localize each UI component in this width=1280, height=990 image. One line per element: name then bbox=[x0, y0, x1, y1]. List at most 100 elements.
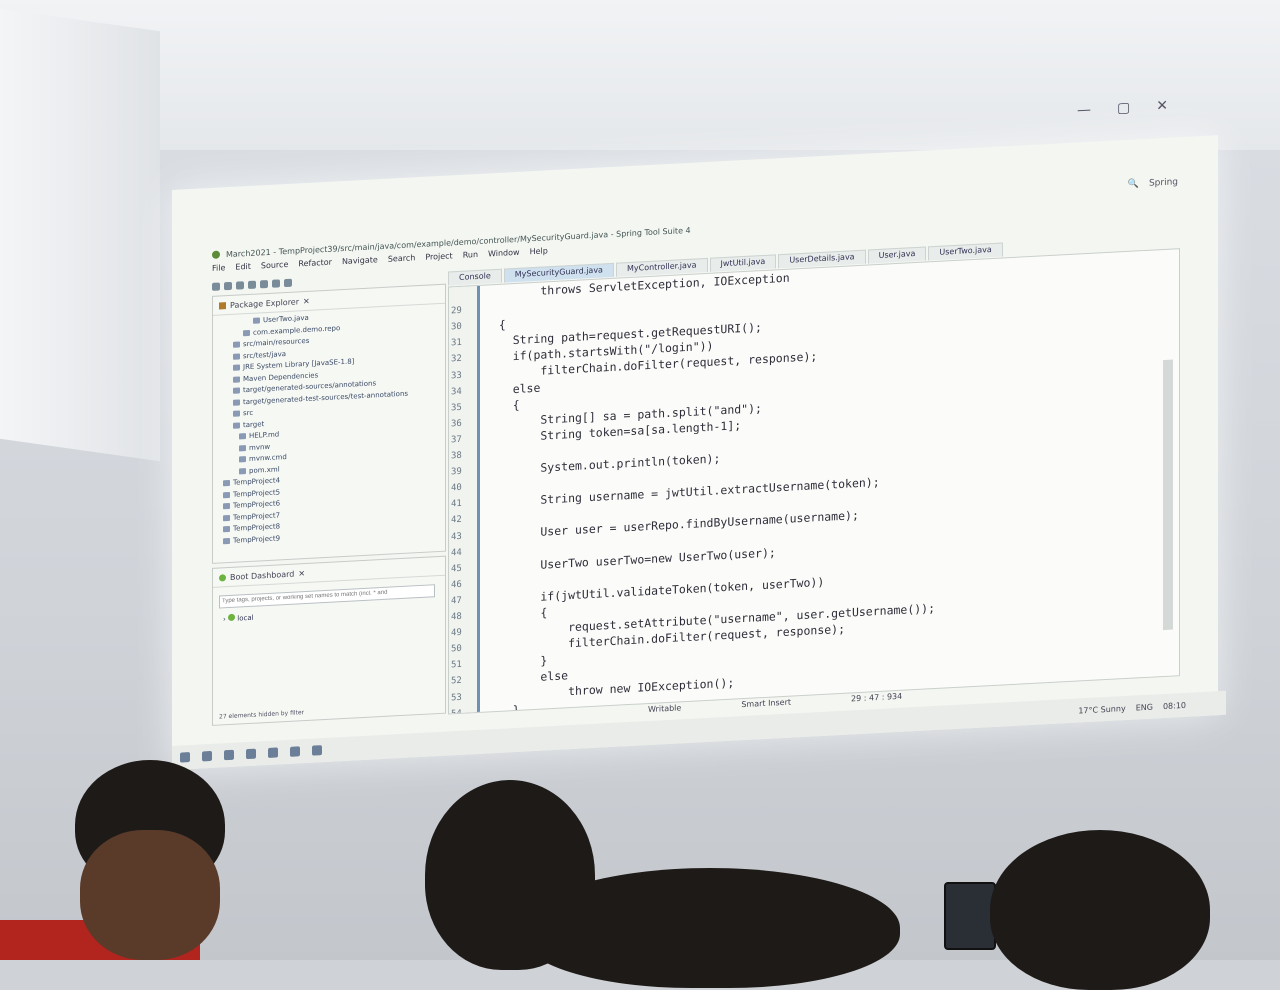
line-number: 39 bbox=[451, 466, 462, 478]
line-number: 48 bbox=[451, 611, 462, 623]
status-insert-mode: Smart Insert bbox=[741, 697, 792, 710]
local-status-icon bbox=[228, 613, 236, 621]
close-button[interactable]: ✕ bbox=[1156, 98, 1168, 115]
xml-file-icon bbox=[239, 467, 246, 474]
app-icon bbox=[212, 250, 220, 259]
menu-search[interactable]: Search bbox=[388, 253, 415, 268]
clock[interactable]: 08:10 bbox=[1163, 700, 1186, 710]
line-number: 51 bbox=[451, 660, 462, 671]
line-number-gutter: 29 30 31 32 33 34 35 36 37 38 39 40 41 42 43 44 45 46 47 48… bbox=[449, 285, 480, 715]
folder-icon bbox=[233, 387, 240, 394]
package-icon bbox=[219, 301, 226, 310]
menu-project[interactable]: Project bbox=[425, 251, 452, 266]
maximize-button[interactable]: ▢ bbox=[1117, 100, 1130, 117]
line-number: 52 bbox=[451, 676, 462, 687]
line-number: 46 bbox=[451, 579, 462, 591]
menu-file[interactable]: File bbox=[212, 263, 225, 278]
new-icon[interactable] bbox=[212, 282, 220, 291]
language-indicator[interactable]: ENG bbox=[1136, 702, 1153, 712]
java-file-icon bbox=[253, 317, 260, 324]
package-explorer: Package Explorer ✕ UserTwo.java com.exam… bbox=[212, 283, 446, 564]
line-number: 49 bbox=[451, 627, 462, 639]
hidden-elements-note: 27 elements hidden by filter bbox=[219, 709, 305, 721]
status-writable: Writable bbox=[648, 703, 682, 715]
project-icon bbox=[223, 502, 230, 510]
spring-icon bbox=[219, 573, 226, 582]
tab-console[interactable]: Console bbox=[448, 268, 502, 286]
line-number: 38 bbox=[451, 450, 462, 462]
save-icon[interactable] bbox=[224, 281, 232, 291]
line-number: 35 bbox=[451, 402, 462, 414]
audience-phone bbox=[944, 882, 996, 950]
line-number: 40 bbox=[451, 482, 462, 494]
search-icon[interactable]: 🔍 bbox=[1128, 179, 1139, 190]
line-number: 47 bbox=[451, 595, 462, 607]
line-number: 37 bbox=[451, 434, 462, 446]
line-number: 50 bbox=[451, 643, 462, 655]
folder-icon bbox=[233, 421, 240, 429]
code-area[interactable]: throws ServletException, IOException { S… bbox=[485, 250, 1159, 715]
menu-refactor[interactable]: Refactor bbox=[298, 258, 332, 274]
task-view-icon[interactable] bbox=[224, 749, 234, 761]
project-icon bbox=[223, 514, 230, 521]
projected-ide-window: — ▢ ✕ 🔍 Spring March2021 - TempProject39… bbox=[172, 98, 1226, 770]
windows-start-icon[interactable] bbox=[180, 752, 190, 763]
quick-access: 🔍 Spring bbox=[1128, 177, 1178, 190]
close-icon[interactable]: ✕ bbox=[303, 296, 310, 305]
search-icon[interactable] bbox=[202, 750, 212, 762]
chrome-icon[interactable] bbox=[268, 747, 278, 758]
local-label: local bbox=[237, 613, 254, 623]
code-editor[interactable]: 29 30 31 32 33 34 35 36 37 38 39 40 41 42 43 44 45 46 47 48… bbox=[448, 248, 1180, 715]
line-number: 54 bbox=[451, 708, 462, 715]
line-number: 42 bbox=[451, 515, 462, 526]
folder-icon bbox=[233, 352, 240, 360]
line-number: 31 bbox=[451, 338, 462, 349]
search-icon[interactable] bbox=[284, 278, 292, 288]
line-number: 33 bbox=[451, 370, 462, 381]
system-tray: 17°C Sunny ENG 08:10 bbox=[1078, 700, 1186, 715]
room-pillar bbox=[0, 8, 160, 462]
spring-tool-suite-icon[interactable] bbox=[290, 746, 300, 757]
project-icon bbox=[223, 491, 230, 498]
audience-head-center-right bbox=[520, 868, 900, 988]
boot-dashboard-title: Boot Dashboard bbox=[230, 569, 295, 582]
line-number: 36 bbox=[451, 418, 462, 430]
file-explorer-icon[interactable] bbox=[246, 748, 256, 760]
project-tree: UserTwo.java com.example.demo.repo src/m… bbox=[213, 304, 445, 548]
package-icon bbox=[243, 329, 250, 336]
library-icon bbox=[233, 364, 240, 371]
perspective-spring[interactable]: Spring bbox=[1149, 177, 1178, 189]
line-number: 44 bbox=[451, 547, 462, 558]
menu-help[interactable]: Help bbox=[530, 246, 548, 261]
file-icon bbox=[239, 456, 246, 463]
project-icon bbox=[223, 537, 230, 544]
close-icon[interactable]: ✕ bbox=[298, 569, 305, 578]
folder-icon bbox=[233, 398, 240, 406]
debug-icon[interactable] bbox=[248, 280, 256, 290]
folder-icon bbox=[233, 410, 240, 417]
menu-run[interactable]: Run bbox=[463, 250, 478, 265]
menu-window[interactable]: Window bbox=[488, 248, 520, 264]
menu-navigate[interactable]: Navigate bbox=[342, 255, 378, 271]
weather-widget[interactable]: 17°C Sunny bbox=[1078, 704, 1125, 715]
project-icon bbox=[223, 525, 230, 533]
minimize-button[interactable]: — bbox=[1077, 102, 1091, 119]
print-icon[interactable] bbox=[236, 281, 244, 290]
vscode-icon[interactable] bbox=[312, 745, 322, 756]
audience-head-right bbox=[990, 830, 1210, 990]
run-icon[interactable] bbox=[260, 279, 268, 289]
audience-face-left bbox=[80, 830, 220, 960]
line-number: 34 bbox=[451, 386, 462, 397]
line-number: 43 bbox=[451, 531, 462, 542]
line-number: 53 bbox=[451, 692, 462, 703]
status-cursor-position: 29 : 47 : 934 bbox=[851, 691, 903, 704]
vertical-scrollbar[interactable] bbox=[1163, 359, 1173, 631]
chevron-right-icon[interactable]: › bbox=[223, 615, 226, 623]
file-icon bbox=[239, 444, 246, 451]
boot-dashboard: Boot Dashboard ✕ › local 27 elements hid… bbox=[212, 555, 446, 726]
line-number: 30 bbox=[451, 321, 462, 333]
stop-icon[interactable] bbox=[272, 279, 280, 288]
menu-edit[interactable]: Edit bbox=[235, 262, 251, 277]
menu-source[interactable]: Source bbox=[261, 260, 288, 275]
library-icon bbox=[233, 375, 240, 383]
